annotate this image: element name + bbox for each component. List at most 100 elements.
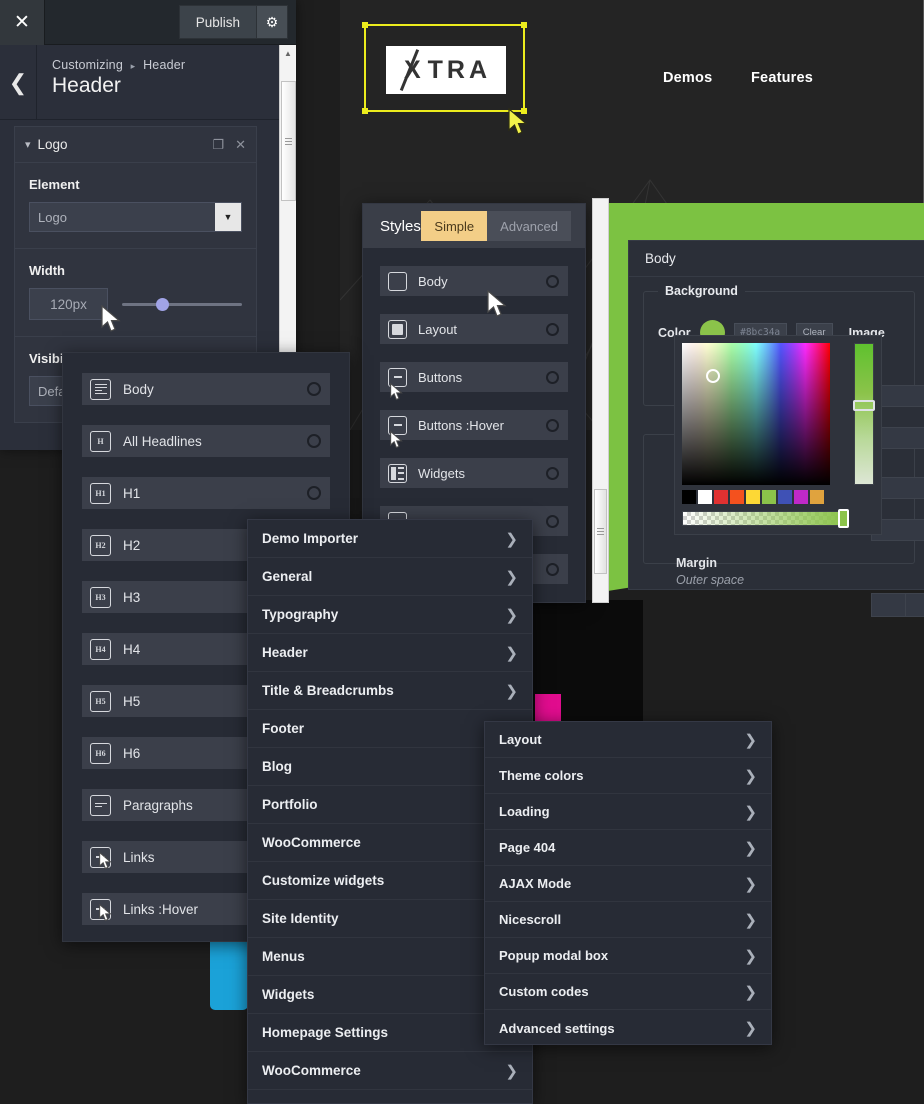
chevron-down-icon[interactable]: ▾ xyxy=(25,138,31,151)
close-icon[interactable]: ✕ xyxy=(0,0,45,45)
preset-swatch-yellow[interactable] xyxy=(746,490,760,504)
style-item-buttons-hover[interactable]: Buttons :Hover xyxy=(380,410,568,440)
breadcrumb-current: Header xyxy=(143,58,186,72)
chevron-right-icon[interactable]: ❯ xyxy=(744,839,757,857)
publish-button[interactable]: Publish xyxy=(178,5,257,39)
style-item-toggle[interactable] xyxy=(546,370,559,384)
menu-item-header[interactable]: Header ❯ xyxy=(248,634,532,672)
style-item-toggle[interactable] xyxy=(546,274,559,288)
submenu-item-nicescroll[interactable]: Nicescroll ❯ xyxy=(485,902,771,938)
typo-item-toggle[interactable] xyxy=(307,434,321,448)
chevron-right-icon[interactable]: ❯ xyxy=(744,1019,757,1037)
scrollbar-thumb[interactable] xyxy=(594,489,607,574)
style-item-toggle[interactable] xyxy=(546,514,559,528)
close-icon[interactable]: ✕ xyxy=(235,137,246,153)
resize-handle-top-left[interactable] xyxy=(362,22,368,28)
style-item-layout[interactable]: Layout xyxy=(380,314,568,344)
alpha-slider[interactable] xyxy=(682,509,849,528)
submenu-item-popup-modal-box[interactable]: Popup modal box ❯ xyxy=(485,938,771,974)
hue-slider-handle[interactable] xyxy=(853,400,875,411)
submenu-item-layout[interactable]: Layout ❯ xyxy=(485,722,771,758)
hue-slider[interactable] xyxy=(853,343,875,485)
submenu-item-page-404[interactable]: Page 404 ❯ xyxy=(485,830,771,866)
menu-item-general[interactable]: General ❯ xyxy=(248,558,532,596)
preset-swatch-green[interactable] xyxy=(762,490,776,504)
preset-swatch-blue[interactable] xyxy=(778,490,792,504)
tab-advanced[interactable]: Advanced xyxy=(487,211,571,241)
typo-item-all-headlines[interactable]: H All Headlines xyxy=(82,425,330,457)
style-item-buttons[interactable]: Buttons xyxy=(380,362,568,392)
width-input[interactable]: 120px xyxy=(29,288,108,320)
logo-selection-frame[interactable]: X TRA xyxy=(362,22,527,114)
heading-icon: H xyxy=(90,430,111,452)
chevron-down-icon[interactable]: ▼ xyxy=(215,203,241,231)
style-item-toggle[interactable] xyxy=(546,466,559,480)
typo-item-label: H5 xyxy=(123,693,141,709)
preset-swatch-black[interactable] xyxy=(682,490,696,504)
style-item-body[interactable]: Body xyxy=(380,266,568,296)
scrollbar-thumb[interactable] xyxy=(281,81,296,201)
nav-item-demos[interactable]: Demos xyxy=(663,70,712,86)
styles-mode-tabs[interactable]: Simple Advanced xyxy=(421,211,571,241)
preset-swatch-white[interactable] xyxy=(698,490,712,504)
color-picker-popover[interactable] xyxy=(674,335,882,535)
chevron-right-icon[interactable]: ❯ xyxy=(744,803,757,821)
style-item-toggle[interactable] xyxy=(546,562,559,576)
width-slider[interactable] xyxy=(122,296,242,312)
editor-input-f[interactable] xyxy=(905,593,924,617)
scroll-up-arrow-icon[interactable]: ▲ xyxy=(280,45,296,62)
chevron-right-icon[interactable]: ❯ xyxy=(744,947,757,965)
nav-item-features[interactable]: Features xyxy=(751,70,813,86)
submenu-item-theme-colors[interactable]: Theme colors ❯ xyxy=(485,758,771,794)
copy-icon[interactable]: ❐ xyxy=(212,137,224,153)
chevron-right-icon[interactable]: ❯ xyxy=(505,1062,518,1080)
chevron-right-icon[interactable]: ❯ xyxy=(744,983,757,1001)
menu-item-typography[interactable]: Typography ❯ xyxy=(248,596,532,634)
alpha-slider-handle[interactable] xyxy=(838,509,849,528)
resize-handle-bottom-left[interactable] xyxy=(362,108,368,114)
preset-swatch-red[interactable] xyxy=(714,490,728,504)
chevron-right-icon[interactable]: ❯ xyxy=(744,767,757,785)
menu-item-demo-importer[interactable]: Demo Importer ❯ xyxy=(248,520,532,558)
preset-swatch-gold[interactable] xyxy=(810,490,824,504)
style-item-toggle[interactable] xyxy=(546,418,559,432)
chevron-right-icon[interactable]: ❯ xyxy=(744,875,757,893)
typo-item-toggle[interactable] xyxy=(307,382,321,396)
submenu-item-custom-codes[interactable]: Custom codes ❯ xyxy=(485,974,771,1010)
chevron-right-icon[interactable]: ❯ xyxy=(505,606,518,624)
submenu-item-advanced-settings[interactable]: Advanced settings ❯ xyxy=(485,1010,771,1046)
style-item-widgets[interactable]: Widgets xyxy=(380,458,568,488)
chevron-right-icon[interactable]: ❯ xyxy=(505,568,518,586)
typo-item-h1[interactable]: H1 H1 xyxy=(82,477,330,509)
submenu-item-loading[interactable]: Loading ❯ xyxy=(485,794,771,830)
submenu-item-ajax-mode[interactable]: AJAX Mode ❯ xyxy=(485,866,771,902)
saturation-value-area[interactable] xyxy=(682,343,830,485)
logo-section-header[interactable]: ▾ Logo ❐ ✕ xyxy=(15,127,256,163)
resize-handle-bottom-right[interactable] xyxy=(521,108,527,114)
site-logo[interactable]: X TRA xyxy=(386,46,506,94)
square-filled-icon xyxy=(388,319,407,339)
gear-icon[interactable]: ⚙ xyxy=(257,5,288,39)
back-chevron-icon[interactable]: ❮ xyxy=(0,45,37,120)
menu-item-title-breadcrumbs[interactable]: Title & Breadcrumbs ❯ xyxy=(248,672,532,710)
resize-handle-top-right[interactable] xyxy=(521,22,527,28)
styles-panel-scrollbar[interactable] xyxy=(592,198,609,603)
preset-swatch-orange[interactable] xyxy=(730,490,744,504)
typo-item-toggle[interactable] xyxy=(307,486,321,500)
preset-swatch-purple[interactable] xyxy=(794,490,808,504)
chevron-right-icon[interactable]: ❯ xyxy=(505,530,518,548)
menu-item-woocommerce-2[interactable]: WooCommerce ❯ xyxy=(248,1052,532,1090)
preset-swatches[interactable] xyxy=(682,490,824,504)
chevron-right-icon[interactable]: ❯ xyxy=(505,682,518,700)
chevron-right-icon[interactable]: ❯ xyxy=(744,911,757,929)
chevron-right-icon[interactable]: ❯ xyxy=(744,731,757,749)
slider-knob[interactable] xyxy=(155,298,169,311)
typo-item-body[interactable]: Body xyxy=(82,373,330,405)
breadcrumb-root[interactable]: Customizing xyxy=(52,58,123,72)
color-picker-handle[interactable] xyxy=(706,369,720,383)
style-item-toggle[interactable] xyxy=(546,322,559,336)
chevron-right-icon[interactable]: ❯ xyxy=(505,644,518,662)
tab-simple[interactable]: Simple xyxy=(421,211,488,241)
element-select[interactable]: Logo ▼ xyxy=(29,202,242,232)
